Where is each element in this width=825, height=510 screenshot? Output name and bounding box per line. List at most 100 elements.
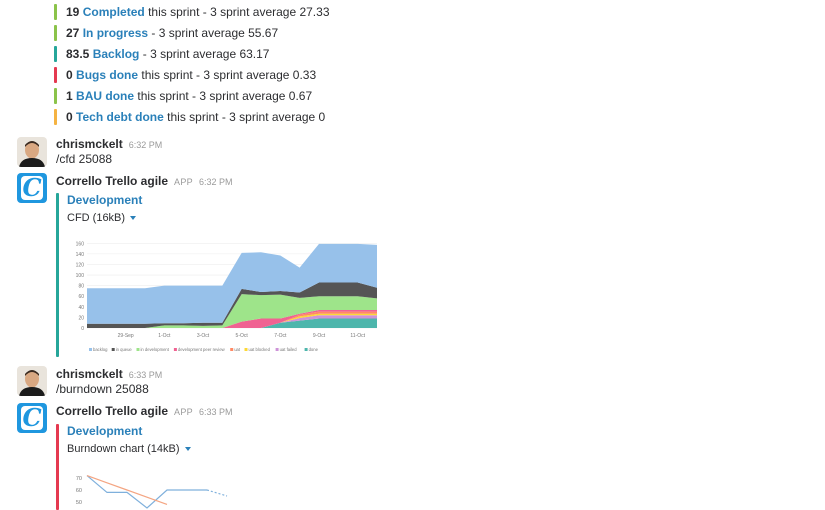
sprint-stat-line: 27 In progress - 3 sprint average 55.67 <box>54 25 279 41</box>
stat-count: 0 <box>66 68 73 82</box>
burndown-line <box>86 475 207 509</box>
legend-swatch <box>230 348 234 351</box>
message-username[interactable]: chrismckelt <box>56 137 123 151</box>
y-tick-label: 140 <box>76 252 85 258</box>
attachment-color-bar <box>56 424 59 510</box>
sprint-stat-line: 83.5 Backlog - 3 sprint average 63.17 <box>54 46 270 62</box>
legend-label: backlog <box>93 347 108 352</box>
legend-label: uat <box>234 347 241 352</box>
legend-swatch <box>173 348 177 351</box>
legend-label: uat blocked <box>249 347 271 352</box>
message-username[interactable]: Corrello Trello agile <box>56 174 168 188</box>
sprint-stat-line: 19 Completed this sprint - 3 sprint aver… <box>54 4 330 20</box>
message-header: Corrello Trello agile APP 6:33 PM <box>56 404 232 418</box>
message-timestamp[interactable]: 6:32 PM <box>129 140 163 150</box>
stat-suffix: - 3 sprint average 55.67 <box>151 26 279 40</box>
y-tick-label: 100 <box>76 273 85 279</box>
legend-swatch <box>275 348 279 351</box>
caret-down-icon[interactable] <box>184 447 191 451</box>
legend-swatch <box>136 348 140 351</box>
x-tick-label: 3-Oct <box>197 333 210 339</box>
burndown-projection <box>206 489 228 497</box>
stat-count: 19 <box>66 5 80 19</box>
stat-count: 83.5 <box>66 47 90 61</box>
stat-suffix: - 3 sprint average 63.17 <box>142 47 270 61</box>
user-avatar[interactable] <box>17 366 47 396</box>
legend-swatch <box>304 348 308 351</box>
caret-down-icon[interactable] <box>130 216 137 220</box>
stat-color-bar <box>54 4 57 20</box>
message-header: Corrello Trello agile APP 6:32 PM <box>56 174 232 188</box>
stat-link[interactable]: BAU done <box>76 89 134 103</box>
stat-suffix: this sprint - 3 sprint average 0.33 <box>141 68 317 82</box>
stat-link[interactable]: Tech debt done <box>76 110 164 124</box>
y-tick-label: 70 <box>76 476 82 482</box>
attachment-title[interactable]: Development <box>67 193 142 207</box>
burndown-line <box>86 475 168 505</box>
stat-count: 0 <box>66 110 73 124</box>
message-header: chrismckelt 6:32 PM <box>56 137 162 151</box>
y-tick-label: 60 <box>78 294 84 300</box>
x-tick-label: 11-Oct <box>350 333 365 339</box>
y-tick-label: 0 <box>81 326 84 332</box>
app-badge: APP <box>174 177 193 187</box>
y-tick-label: 160 <box>76 241 85 247</box>
y-tick-label: 60 <box>76 488 82 494</box>
y-tick-label: 40 <box>78 305 84 311</box>
attachment-file-toggle[interactable]: CFD (16kB) <box>67 212 137 224</box>
stat-suffix: this sprint - 3 sprint average 0.67 <box>137 89 313 103</box>
message-username[interactable]: Corrello Trello agile <box>56 404 168 418</box>
x-tick-label: 1-Oct <box>158 333 171 339</box>
message-header: chrismckelt 6:33 PM <box>56 367 162 381</box>
message-username[interactable]: chrismckelt <box>56 367 123 381</box>
legend-label: in queue <box>116 347 133 352</box>
y-tick-label: 120 <box>76 262 85 268</box>
stat-color-bar <box>54 88 57 104</box>
sprint-stat-line: 1 BAU done this sprint - 3 sprint averag… <box>54 88 313 104</box>
corrello-logo-icon[interactable]: C <box>17 403 47 433</box>
message-timestamp[interactable]: 6:33 PM <box>129 370 163 380</box>
y-tick-label: 80 <box>78 284 84 290</box>
y-tick-label: 50 <box>76 500 82 506</box>
stat-link[interactable]: In progress <box>83 26 148 40</box>
message-text: /burndown 25088 <box>56 382 149 396</box>
stat-link[interactable]: Bugs done <box>76 68 138 82</box>
attachment-file-toggle[interactable]: Burndown chart (14kB) <box>67 443 191 455</box>
message-timestamp[interactable]: 6:33 PM <box>199 407 233 417</box>
legend-label: in development <box>141 347 170 352</box>
sprint-stat-line: 0 Bugs done this sprint - 3 sprint avera… <box>54 67 317 83</box>
legend-swatch <box>89 348 92 351</box>
burndown-attachment: Development Burndown chart (14kB) 50 60 70 <box>56 424 386 510</box>
attachment-title[interactable]: Development <box>67 424 142 438</box>
app-badge: APP <box>174 407 193 417</box>
legend-label: done <box>309 347 319 352</box>
legend-swatch <box>111 348 115 351</box>
x-tick-label: 5-Oct <box>236 333 249 339</box>
y-tick-label: 20 <box>78 315 84 321</box>
stat-color-bar <box>54 25 57 41</box>
x-tick-label: 29-Sep <box>118 333 134 339</box>
user-avatar[interactable] <box>17 137 47 167</box>
stat-color-bar <box>54 109 57 125</box>
cfd-attachment: Development CFD (16kB) 0 20 40 60 80 100 120 14… <box>56 193 386 357</box>
attachment-color-bar <box>56 193 59 357</box>
stat-count: 27 <box>66 26 80 40</box>
stat-color-bar <box>54 67 57 83</box>
attachment-file-label: Burndown chart (14kB) <box>67 443 180 455</box>
stat-suffix: this sprint - 3 sprint average 0 <box>167 110 326 124</box>
stat-color-bar <box>54 46 57 62</box>
cfd-chart[interactable]: 0 20 40 60 80 100 120 140 160 29-Sep 1-Oct 3-Oct 5-O… <box>67 233 387 357</box>
legend-swatch <box>244 348 248 351</box>
legend-label: uat failed <box>280 347 298 352</box>
stat-suffix: this sprint - 3 sprint average 27.33 <box>148 5 330 19</box>
burndown-chart[interactable]: 50 60 70 <box>67 468 267 510</box>
stat-link[interactable]: Backlog <box>93 47 140 61</box>
message-text: /cfd 25088 <box>56 152 113 166</box>
corrello-logo-icon[interactable]: C <box>17 173 47 203</box>
stat-link[interactable]: Completed <box>83 5 145 19</box>
stat-count: 1 <box>66 89 73 103</box>
x-tick-label: 9-Oct <box>313 333 326 339</box>
legend-label: development peer review <box>178 347 226 352</box>
x-tick-label: 7-Oct <box>274 333 287 339</box>
message-timestamp[interactable]: 6:32 PM <box>199 177 233 187</box>
